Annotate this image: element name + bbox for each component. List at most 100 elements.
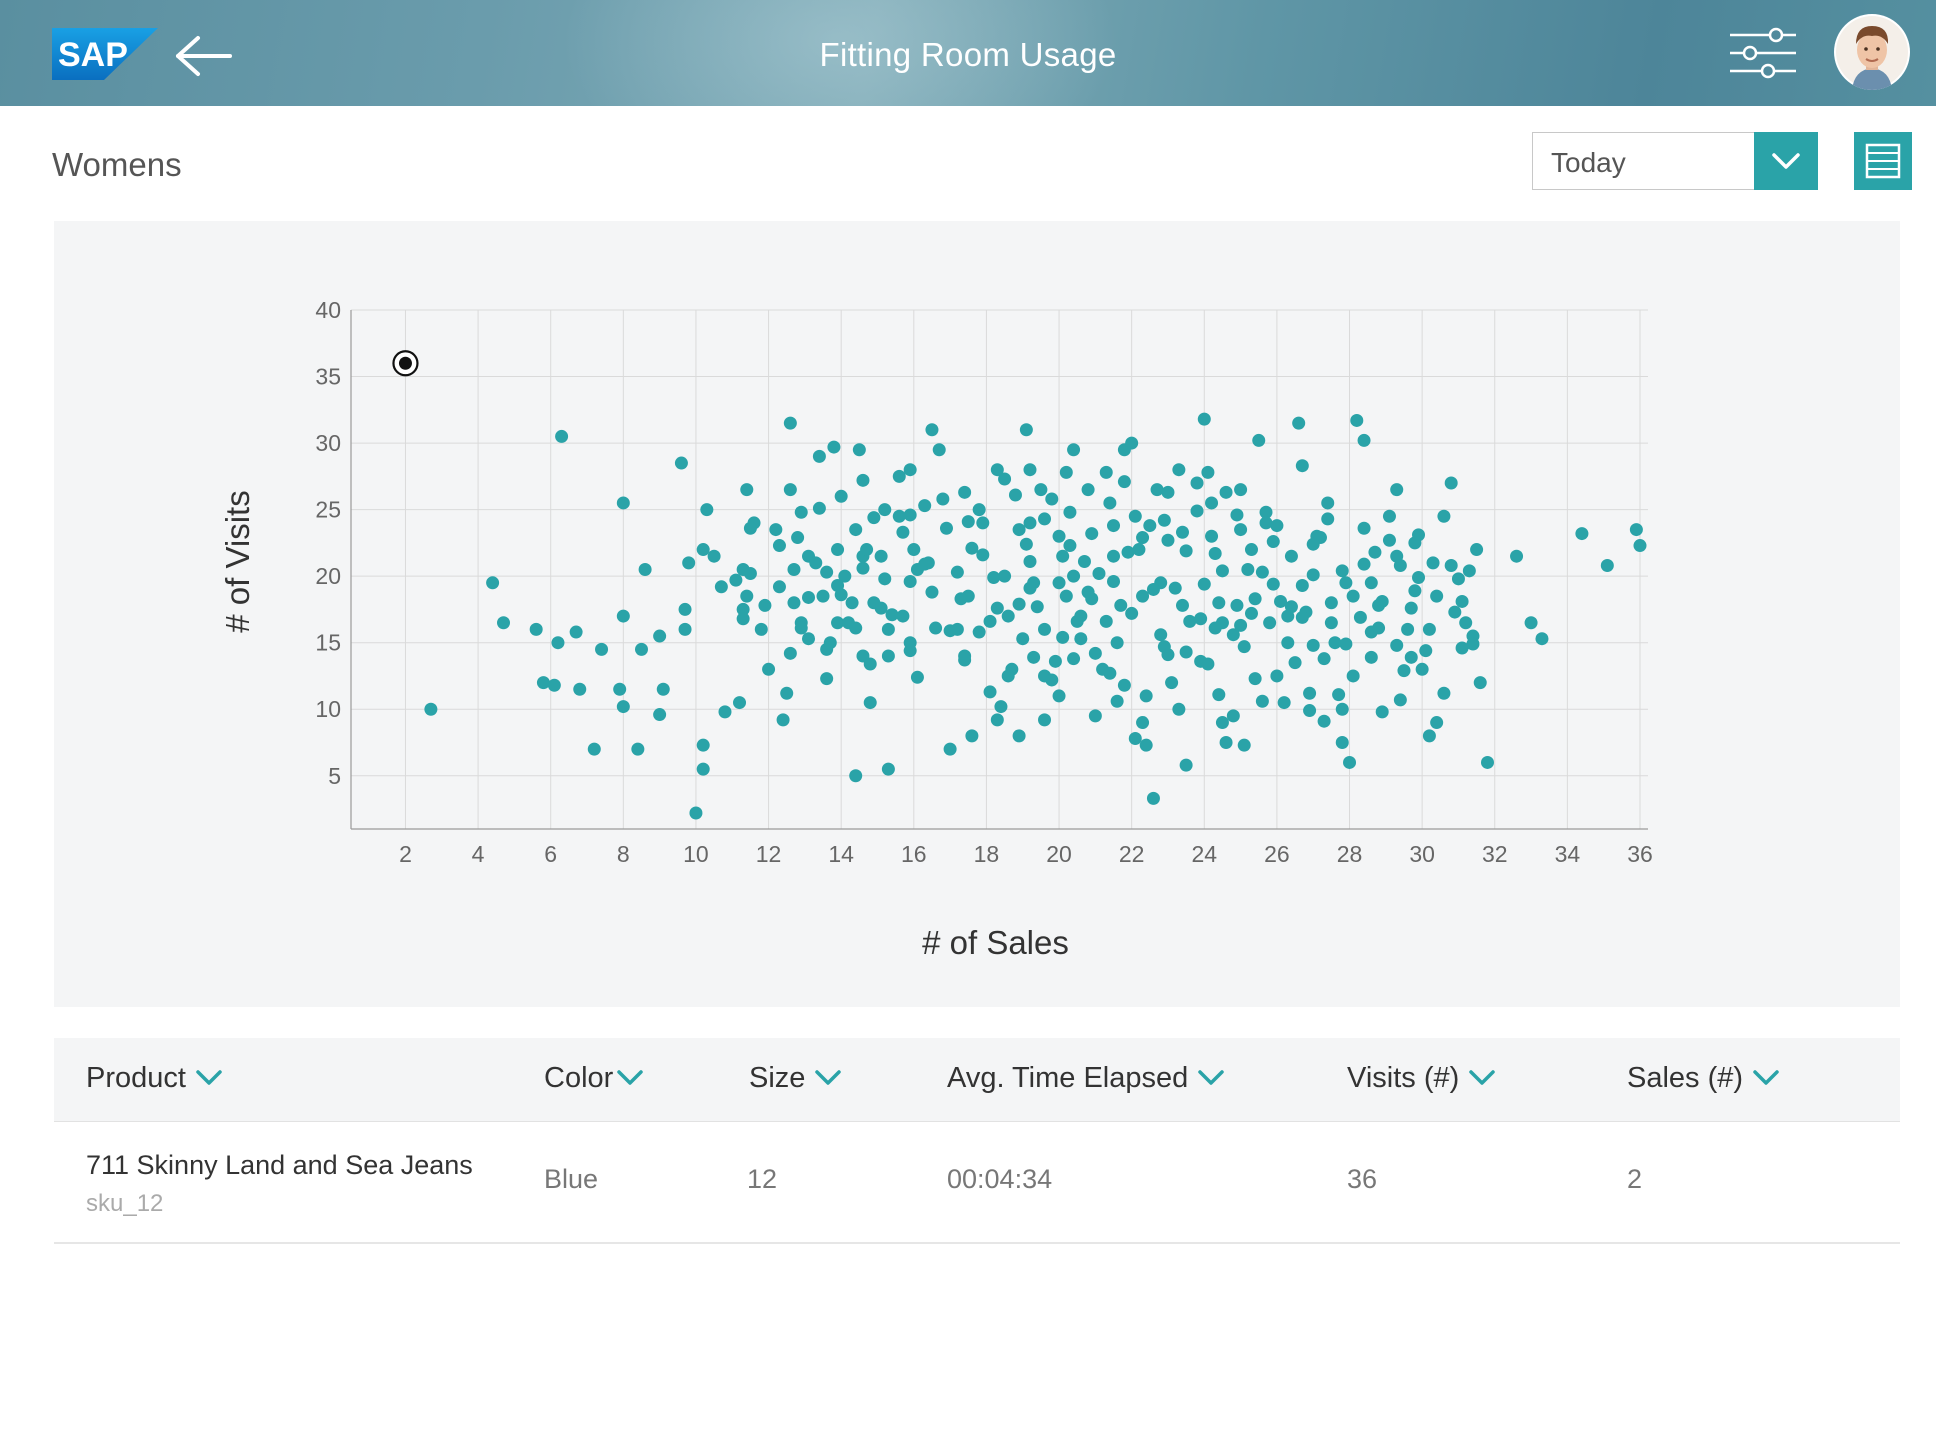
table-row[interactable]: 711 Skinny Land and Sea Jeans sku_12 Blu… — [54, 1122, 1900, 1244]
column-header-product[interactable]: Product — [86, 1062, 224, 1096]
scatter-point — [1357, 433, 1371, 447]
scatter-point — [1154, 628, 1168, 642]
period-dropdown-toggle[interactable] — [1754, 132, 1818, 190]
scatter-point — [772, 580, 786, 594]
column-header-label: Size — [749, 1062, 806, 1094]
cell-color: Blue — [544, 1164, 599, 1194]
column-header-size[interactable]: Size — [749, 1062, 843, 1096]
scatter-point — [1237, 738, 1251, 752]
scatter-point — [780, 686, 794, 700]
scatter-point — [1375, 705, 1389, 719]
scatter-point — [1390, 638, 1404, 652]
scatter-point — [1430, 716, 1444, 730]
scatter-point — [1364, 650, 1378, 664]
scatter-point — [1143, 519, 1157, 533]
x-axis-ticks: 2 4 6 8 10 12 14 16 18 20 22 24 26 28 30 32 34 36 — [399, 841, 1653, 867]
scatter-point — [1175, 525, 1189, 539]
scatter-point — [827, 440, 841, 454]
column-header-sales[interactable]: Sales (#) — [1627, 1062, 1781, 1096]
scatter-point — [845, 596, 859, 610]
chevron-down-icon — [1467, 1063, 1497, 1096]
column-header-color[interactable]: Color — [544, 1062, 645, 1096]
scatter-point — [1110, 636, 1124, 650]
scatter-point — [616, 700, 630, 714]
scatter-point — [1368, 545, 1382, 559]
y-tick-label: 15 — [315, 630, 341, 656]
scatter-point — [939, 521, 953, 535]
scatter-point — [820, 672, 834, 686]
scatter-point — [1382, 509, 1396, 523]
scatter-point — [849, 621, 863, 635]
scatter-point — [1459, 616, 1473, 630]
settings-button[interactable] — [1728, 26, 1798, 80]
x-tick-label: 16 — [901, 841, 927, 867]
scatter-point — [740, 483, 754, 497]
scatter-point — [696, 762, 710, 776]
x-tick-label: 12 — [756, 841, 782, 867]
chevron-down-icon — [1751, 1063, 1781, 1096]
x-tick-label: 6 — [544, 841, 557, 867]
chevron-down-icon — [1772, 153, 1800, 169]
scatter-point — [638, 563, 652, 576]
scatter-point — [497, 616, 511, 630]
scatter-point — [1412, 528, 1426, 542]
y-tick-label: 40 — [315, 297, 341, 323]
scatter-point — [729, 573, 743, 587]
scatter-point — [1179, 544, 1193, 558]
scatter-point — [714, 580, 728, 594]
x-tick-label: 32 — [1482, 841, 1508, 867]
scatter-point — [1136, 589, 1150, 603]
scatter-point — [816, 589, 830, 603]
scatter-point — [1230, 598, 1244, 612]
scatter-point — [1234, 523, 1248, 537]
scatter-point — [1107, 549, 1121, 563]
column-header-visits[interactable]: Visits (#) — [1347, 1062, 1497, 1096]
scatter-point — [1259, 516, 1273, 530]
scatter-point — [1208, 621, 1222, 635]
scatter-point — [1139, 689, 1153, 703]
scatter-point — [1422, 729, 1436, 743]
scatter-point — [1052, 576, 1066, 590]
scatter-point — [896, 525, 910, 539]
scatter-point — [1128, 509, 1142, 523]
x-axis-title: # of Sales — [922, 924, 1069, 961]
scatter-point — [856, 561, 870, 575]
list-view-button[interactable] — [1854, 132, 1912, 190]
scatter-point — [1030, 600, 1044, 614]
scatter-point — [983, 685, 997, 699]
scatter-point — [634, 642, 648, 656]
scatter-point — [1375, 594, 1389, 608]
sliders-icon — [1730, 27, 1796, 79]
y-axis-title: # of Visits — [219, 490, 256, 632]
scatter-point — [1121, 545, 1135, 559]
scatter-point — [762, 662, 776, 676]
scatter-point — [1125, 606, 1139, 620]
scatter-point — [1172, 702, 1186, 716]
column-header-label: Product — [86, 1062, 186, 1094]
x-tick-label: 22 — [1119, 841, 1145, 867]
scatter-point — [1288, 656, 1302, 670]
scatter-point — [1212, 688, 1226, 702]
scatter-point — [1205, 496, 1219, 510]
scatter-chart: 2 4 6 8 10 12 14 16 18 20 22 24 26 28 30 32 34 36 5101520… — [219, 297, 1653, 961]
cell-visits: 36 — [1347, 1164, 1378, 1194]
scatter-point — [1372, 621, 1386, 635]
scatter-point — [1179, 645, 1193, 659]
scatter-point — [878, 503, 892, 517]
scatter-point — [863, 657, 877, 671]
scatter-point — [1335, 702, 1349, 716]
scatter-point — [885, 608, 899, 622]
scatter-point — [1346, 669, 1360, 683]
scatter-point — [1063, 539, 1077, 553]
scatter-point — [1437, 686, 1451, 700]
scatter-point — [1451, 572, 1465, 586]
scatter-point — [820, 565, 834, 579]
scatter-point — [736, 612, 750, 626]
scatter-point — [1099, 465, 1113, 479]
chevron-down-icon — [194, 1063, 224, 1096]
period-dropdown[interactable]: Today — [1532, 132, 1818, 190]
scatter-point — [1412, 570, 1426, 584]
scatter-point — [1168, 581, 1182, 595]
column-header-avg-time[interactable]: Avg. Time Elapsed — [947, 1062, 1226, 1096]
user-avatar[interactable] — [1834, 14, 1910, 90]
